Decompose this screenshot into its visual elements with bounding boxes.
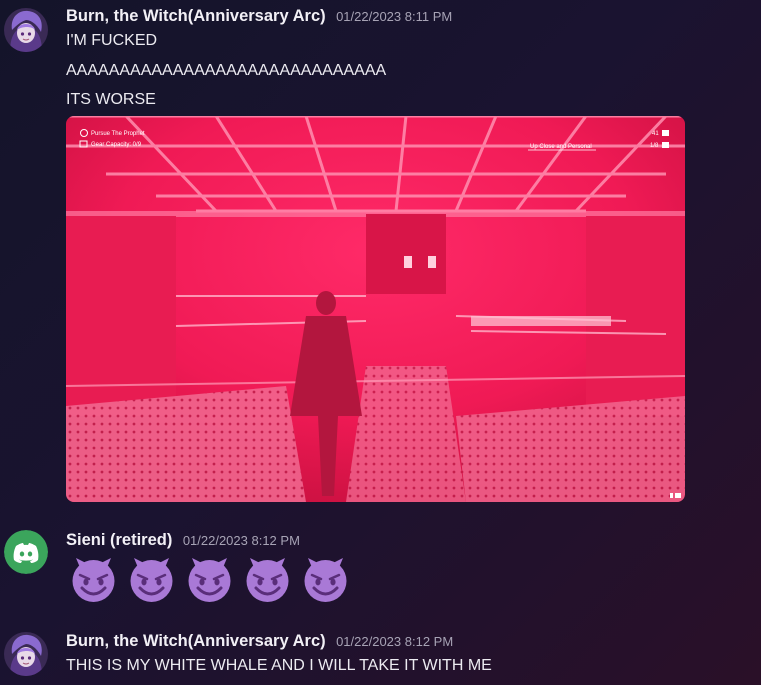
smiling-imp-emoji[interactable] — [182, 550, 237, 605]
hud-objective: Pursue The Prophet — [91, 131, 145, 137]
user-avatar[interactable] — [4, 632, 48, 676]
smiling-imp-emoji[interactable] — [298, 550, 353, 605]
message-header: Sieni (retired) 01/22/2023 8:12 PM — [66, 531, 300, 550]
author-name[interactable]: Sieni (retired) — [66, 531, 172, 549]
smiling-imp-emoji[interactable] — [66, 550, 121, 605]
author-name[interactable]: Burn, the Witch(Anniversary Arc) — [66, 632, 326, 650]
timestamp[interactable]: 01/22/2023 8:12 PM — [336, 634, 453, 649]
hud-gear-capacity: Gear Capacity: 0/9 — [91, 142, 142, 148]
user-avatar[interactable] — [4, 8, 48, 52]
hud-count: 41 — [652, 131, 659, 137]
message-text: ITS WORSE — [66, 91, 156, 108]
message-text: THIS IS MY WHITE WHALE AND I WILL TAKE I… — [66, 657, 492, 674]
smiling-imp-emoji[interactable] — [124, 550, 179, 605]
timestamp[interactable]: 01/22/2023 8:11 PM — [336, 9, 452, 24]
author-name[interactable]: Burn, the Witch(Anniversary Arc) — [66, 7, 326, 25]
message-header: Burn, the Witch(Anniversary Arc) 01/22/2… — [66, 632, 453, 651]
hud-progress: 1/8 — [650, 143, 659, 149]
message-text: AAAAAAAAAAAAAAAAAAAAAAAAAAAAAA — [66, 62, 387, 79]
message-text: I'M FUCKED — [66, 32, 158, 49]
hud-challenge: Up Close and Personal — [530, 144, 592, 150]
message-header: Burn, the Witch(Anniversary Arc) 01/22/2… — [66, 7, 452, 26]
timestamp[interactable]: 01/22/2023 8:12 PM — [183, 533, 300, 548]
smiling-imp-emoji[interactable] — [240, 550, 295, 605]
user-avatar[interactable] — [4, 530, 48, 574]
image-attachment[interactable]: Pursue The Prophet Gear Capacity: 0/9 Up… — [66, 116, 685, 502]
emoji-row — [66, 550, 353, 605]
